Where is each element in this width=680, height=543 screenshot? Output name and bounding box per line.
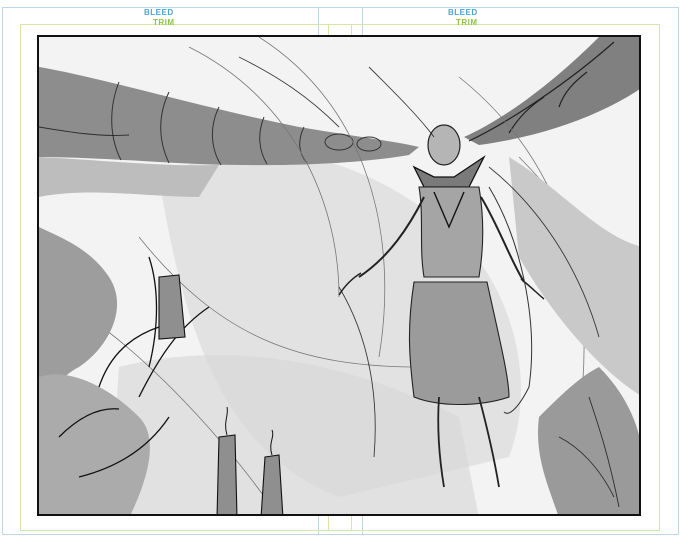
trim-label-right: TRIM [456,18,478,27]
trim-label-left: TRIM [153,18,175,27]
bleed-label-left: BLEED [144,8,174,17]
figure-head [427,124,461,166]
comic-panel [37,35,641,516]
figure-torso [418,186,484,278]
bleed-label-right: BLEED [448,8,478,17]
sketch-artwork [39,37,639,514]
